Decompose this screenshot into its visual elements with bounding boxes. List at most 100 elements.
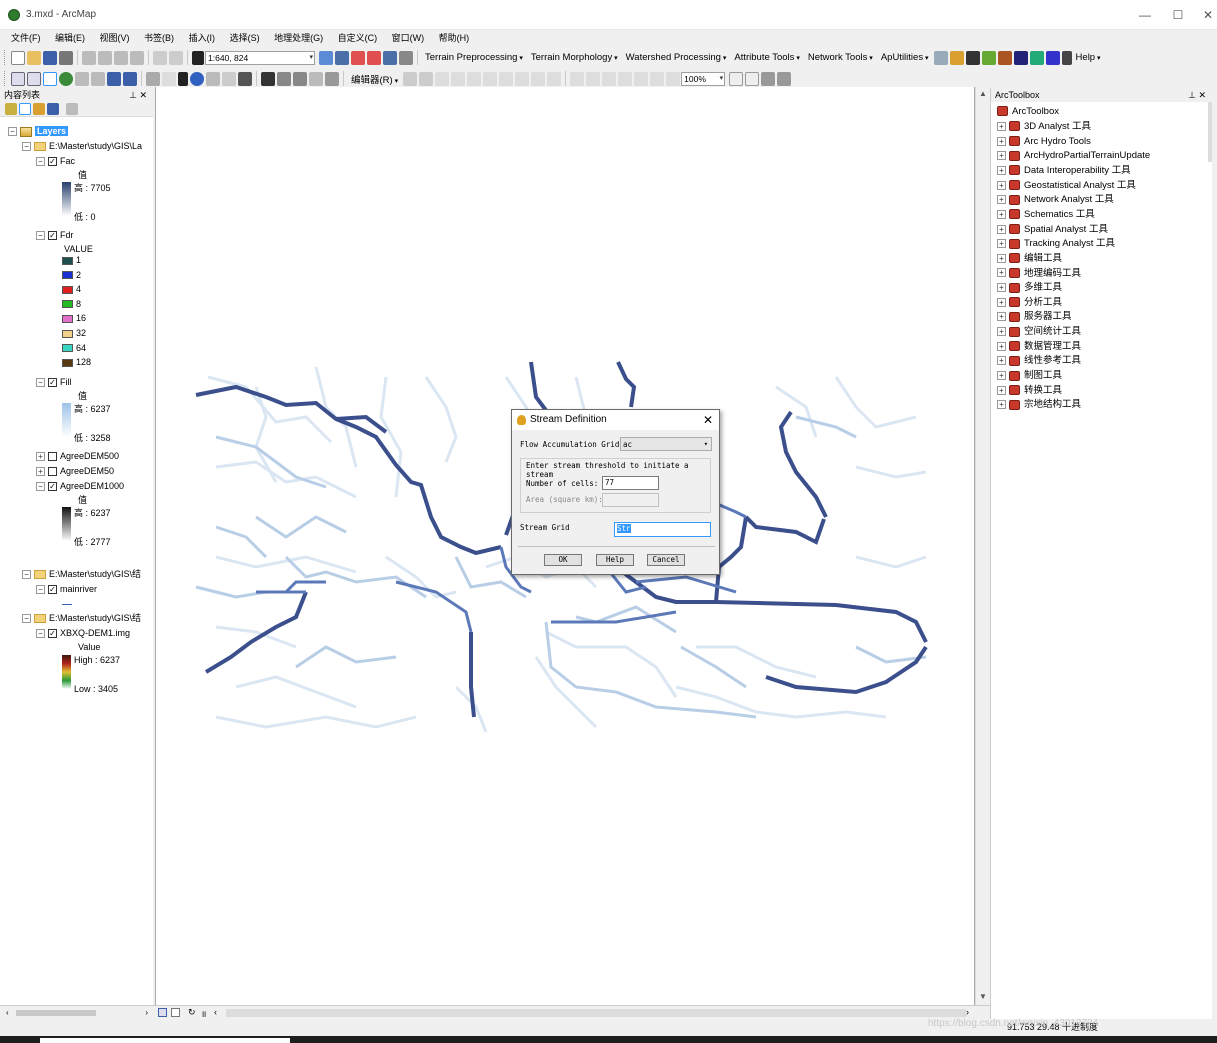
select-elements-icon[interactable] (178, 71, 188, 86)
layer-checkbox[interactable]: ✓ (48, 482, 57, 492)
paste-icon[interactable] (114, 50, 128, 65)
layout-back-icon[interactable] (650, 71, 665, 86)
collapse-icon[interactable]: − (36, 231, 45, 241)
toolbox-item[interactable]: + Tracking Analyst 工具 (997, 237, 1115, 251)
menu-aputilities[interactable]: ApUtilities (881, 52, 929, 63)
create-viewer-icon[interactable] (325, 71, 339, 86)
delete-icon[interactable] (130, 50, 144, 65)
expand-icon[interactable]: + (997, 341, 1006, 351)
layer-dem[interactable]: − ✓ XBXQ-DEM1.img (36, 627, 130, 639)
expand-icon[interactable]: + (997, 253, 1006, 263)
toolbox-item[interactable]: + ArcHydroPartialTerrainUpdate (997, 149, 1150, 163)
layer-agreedem1000[interactable]: − ✓ AgreeDEM1000 (36, 480, 124, 492)
undo-icon[interactable] (153, 50, 167, 65)
toolbox-item[interactable]: + 宗地结构工具 (997, 398, 1081, 412)
toc-options-icon[interactable] (66, 102, 78, 115)
folder-group-3[interactable]: − E:\Master\study\GIS\结 (22, 612, 141, 624)
open-icon[interactable] (27, 50, 41, 65)
expand-icon[interactable]: + (997, 209, 1006, 219)
attributes-icon[interactable] (515, 71, 530, 86)
layer-mainriver[interactable]: − ✓ mainriver (36, 583, 97, 595)
measure-icon[interactable] (238, 71, 252, 86)
layer-fdr[interactable]: − ✓ Fdr (36, 229, 74, 241)
scroll-up-icon[interactable]: ▲ (979, 89, 987, 98)
back-icon[interactable] (107, 71, 121, 86)
menu-terrain-preprocessing[interactable]: Terrain Preprocessing (425, 52, 523, 63)
help-menu[interactable]: Help (1076, 52, 1101, 63)
layer-checkbox[interactable]: ✓ (48, 585, 57, 595)
layout-zoom-out-icon[interactable] (586, 71, 601, 86)
expand-icon[interactable]: + (997, 165, 1006, 175)
html-popup-icon[interactable] (222, 71, 236, 86)
toc-horizontal-scrollbar[interactable]: ‹ › (4, 1008, 150, 1018)
expand-icon[interactable]: + (997, 121, 1006, 131)
scroll-left-icon[interactable]: ‹ (214, 1007, 217, 1017)
dialog-close-icon[interactable]: ✕ (703, 410, 713, 430)
layers-node[interactable]: − Layers (8, 125, 69, 137)
clear-selection-icon[interactable] (162, 71, 176, 86)
layer-checkbox[interactable]: ✓ (48, 629, 57, 639)
edit-tool-icon[interactable] (403, 71, 418, 86)
pin-close-icon[interactable]: ⊥ ✕ (1188, 88, 1206, 102)
expand-icon[interactable]: + (997, 371, 1006, 381)
collapse-icon[interactable]: − (36, 482, 45, 492)
layer-checkbox[interactable] (48, 467, 57, 477)
data-view-icon[interactable] (158, 1008, 167, 1017)
toggle-draft-mode-icon[interactable] (729, 71, 744, 86)
pencil-icon[interactable] (1061, 50, 1072, 65)
minimize-button[interactable]: — (1134, 6, 1156, 24)
collapse-icon[interactable]: − (36, 378, 45, 388)
help-button[interactable]: Help (596, 554, 634, 566)
layer-checkbox[interactable]: ✓ (48, 378, 57, 388)
redo-icon[interactable] (169, 50, 183, 65)
list-by-drawing-order-icon[interactable] (5, 102, 17, 115)
menu-windows[interactable]: 窗口(W) (387, 30, 430, 46)
focus-data-frame-icon[interactable] (745, 71, 760, 86)
sketch-properties-icon[interactable] (531, 71, 546, 86)
collapse-icon[interactable]: − (36, 157, 45, 167)
editor-toolbar-icon[interactable] (319, 50, 333, 65)
map-horizontal-scrollbar[interactable] (226, 1009, 966, 1017)
expand-icon[interactable]: + (997, 239, 1006, 249)
menu-insert[interactable]: 插入(I) (184, 30, 221, 46)
flow-path-icon[interactable] (933, 50, 948, 65)
flow-accumulation-select[interactable]: ac ▾ (620, 437, 712, 451)
copy-icon[interactable] (98, 50, 112, 65)
menu-geoprocessing[interactable]: 地理处理(G) (269, 30, 328, 46)
go-to-xy-icon[interactable] (293, 71, 307, 86)
list-by-selection-icon[interactable] (47, 102, 59, 115)
expand-icon[interactable]: + (997, 268, 1006, 278)
change-layout-icon[interactable] (761, 71, 776, 86)
layer-checkbox[interactable]: ✓ (48, 157, 57, 167)
python-icon[interactable] (383, 50, 397, 65)
collapse-icon[interactable]: − (22, 570, 31, 580)
list-by-visibility-icon[interactable] (33, 102, 45, 115)
fixed-zoom-out-icon[interactable] (91, 71, 105, 86)
layer-checkbox[interactable]: ✓ (48, 231, 57, 241)
layout-forward-icon[interactable] (666, 71, 681, 86)
toolbox-item[interactable]: + 线性参考工具 (997, 354, 1081, 368)
collapse-icon[interactable]: − (22, 142, 31, 152)
toolbox-item[interactable]: + 制图工具 (997, 369, 1062, 383)
expand-icon[interactable]: + (997, 195, 1006, 205)
menu-customize[interactable]: 自定义(C) (333, 30, 383, 46)
toolbox-item[interactable]: + Data Interoperability 工具 (997, 164, 1131, 178)
edit-vertices-icon[interactable] (419, 71, 434, 86)
scroll-thumb[interactable] (16, 1010, 96, 1016)
model-builder-icon[interactable] (399, 50, 413, 65)
layer-fac[interactable]: − ✓ Fac (36, 155, 75, 167)
arctoolbox-root[interactable]: ArcToolbox (997, 105, 1059, 119)
area-input[interactable] (602, 493, 659, 507)
maximize-button[interactable]: ☐ (1167, 6, 1189, 24)
expand-icon[interactable]: + (997, 151, 1006, 161)
expand-icon[interactable]: + (997, 327, 1006, 337)
menu-network-tools[interactable]: Network Tools (808, 52, 873, 63)
expand-icon[interactable]: + (36, 452, 45, 462)
toolbox-item[interactable]: + Geostatistical Analyst 工具 (997, 179, 1136, 193)
toolbox-item[interactable]: + 空间统计工具 (997, 325, 1081, 339)
arctoolbox-window-icon[interactable] (367, 50, 381, 65)
time-slider-icon[interactable] (309, 71, 323, 86)
close-button[interactable]: ✕ (1197, 6, 1217, 24)
pin-close-icon[interactable]: ⊥ ✕ (129, 89, 147, 101)
layout-fixed-zoom-icon[interactable] (634, 71, 649, 86)
